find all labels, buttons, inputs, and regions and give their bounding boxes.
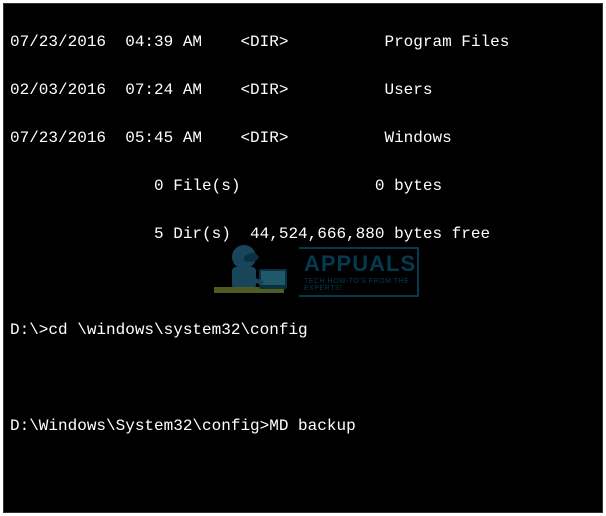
prompt: D:\Windows\System32\config> xyxy=(10,417,269,435)
dir-summary-files: 0 File(s) 0 bytes xyxy=(10,174,596,198)
typed-command: MD backup xyxy=(269,417,355,435)
screenshot-frame: 07/23/2016 04:39 AM <DIR> Program Files … xyxy=(3,3,603,513)
command-line: D:\>cd \windows\system32\config xyxy=(10,318,596,342)
dir-entry: 07/23/2016 04:39 AM <DIR> Program Files xyxy=(10,30,596,54)
blank-line xyxy=(10,270,596,294)
dir-entry: 07/23/2016 05:45 AM <DIR> Windows xyxy=(10,126,596,150)
command-prompt-window[interactable]: 07/23/2016 04:39 AM <DIR> Program Files … xyxy=(4,4,602,512)
prompt: D:\> xyxy=(10,321,48,339)
dir-summary-dirs: 5 Dir(s) 44,524,666,880 bytes free xyxy=(10,222,596,246)
blank-line xyxy=(10,366,596,390)
typed-command: cd \windows\system32\config xyxy=(48,321,307,339)
blank-line xyxy=(10,462,596,486)
command-line: D:\Windows\System32\config>MD backup xyxy=(10,414,596,438)
dir-entry: 02/03/2016 07:24 AM <DIR> Users xyxy=(10,78,596,102)
command-line: D:\Windows\System32\config>copy *.* back… xyxy=(10,510,596,513)
